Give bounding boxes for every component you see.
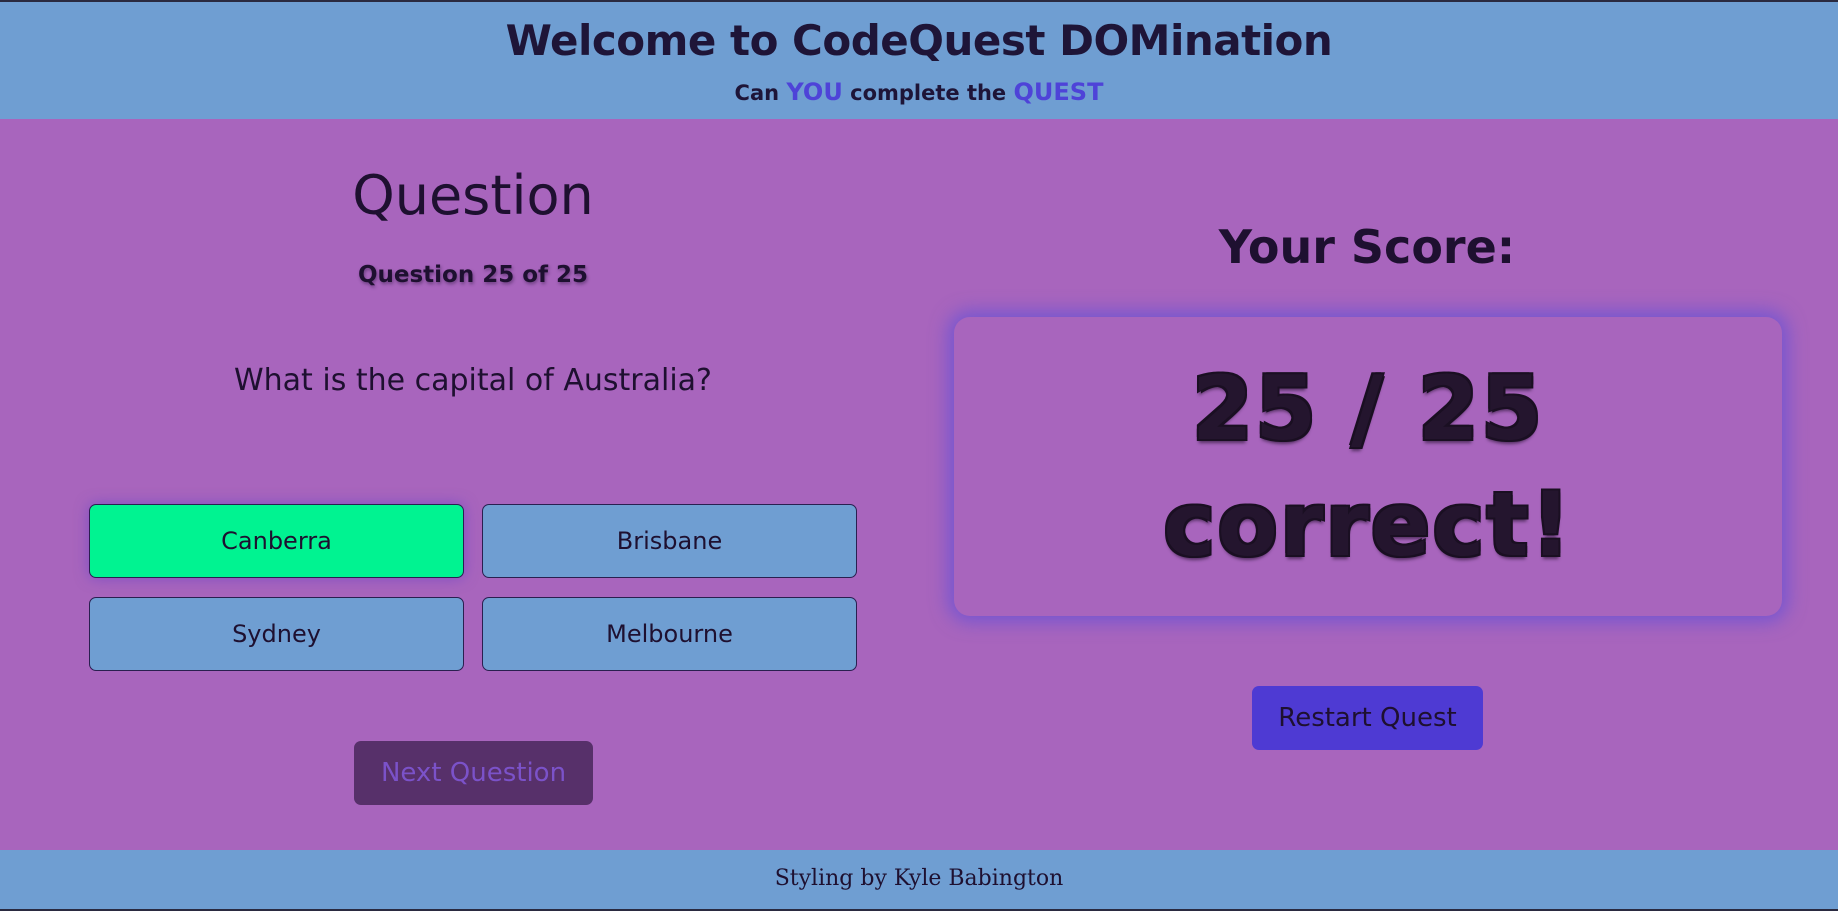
restart-quest-button[interactable]: Restart Quest: [1252, 686, 1483, 750]
question-heading: Question: [352, 164, 594, 227]
tagline-accent-quest: QUEST: [1013, 78, 1104, 106]
site-header: Welcome to CodeQuest DOMination Can YOU …: [0, 0, 1838, 119]
score-card: 25 / 25 correct!: [954, 317, 1782, 616]
score-result: correct!: [1163, 472, 1573, 576]
tagline-text-2: complete the: [842, 81, 1014, 105]
answer-button-melbourne[interactable]: Melbourne: [482, 597, 857, 671]
site-tagline: Can YOU complete the QUEST: [0, 78, 1838, 106]
answer-button-sydney[interactable]: Sydney: [89, 597, 464, 671]
score-value: 25 / 25: [1191, 356, 1545, 460]
answer-button-canberra[interactable]: Canberra: [89, 504, 464, 578]
question-text: What is the capital of Australia?: [234, 363, 712, 398]
tagline-text-1: Can: [734, 81, 787, 105]
next-question-button[interactable]: Next Question: [354, 741, 593, 805]
site-footer: Styling by Kyle Babington: [0, 850, 1838, 911]
tagline-accent-you: YOU: [786, 78, 843, 106]
score-heading: Your Score:: [1218, 220, 1516, 274]
answer-button-brisbane[interactable]: Brisbane: [482, 504, 857, 578]
site-title: Welcome to CodeQuest DOMination: [505, 16, 1333, 65]
question-counter: Question 25 of 25: [357, 262, 589, 288]
footer-credit: Styling by Kyle Babington: [774, 866, 1064, 891]
